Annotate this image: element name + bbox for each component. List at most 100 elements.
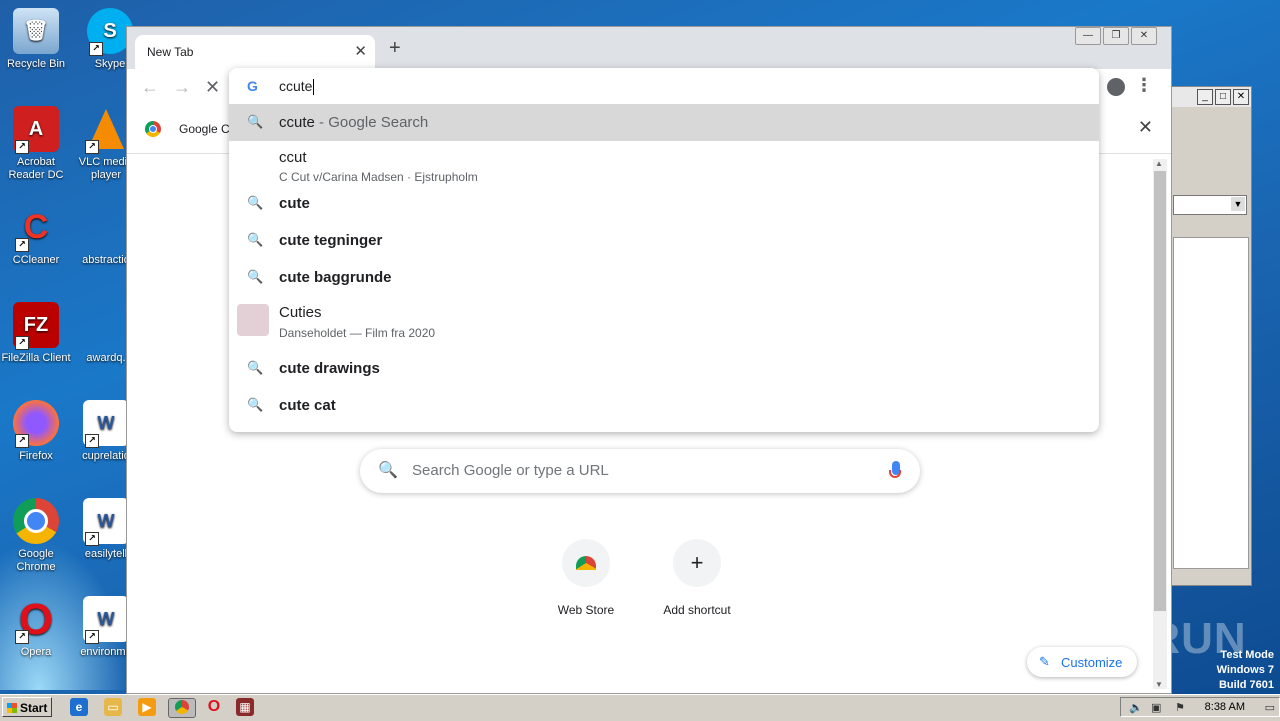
tab-new-tab[interactable]: New Tab ✕ [135,35,375,69]
back-arrow-icon[interactable]: ← [141,77,159,98]
suggestion-text: ccute - Google Search [279,114,428,131]
windows-logo-icon [7,703,17,713]
shortcut-add[interactable]: + Add shortcut [647,539,747,617]
desktop-icon-firefox[interactable]: ↗ Firefox [0,400,72,463]
suggestion-item[interactable]: 🔍 cute tegninger [229,222,1099,259]
restore-button[interactable]: ❐ [1103,27,1129,45]
profile-icon[interactable] [1107,78,1125,96]
scroll-down-icon[interactable]: ▼ [1155,680,1163,689]
desktop-icon-label: Recycle Bin [6,58,66,70]
system-tray: 🔈 ▣ ⚑ 8:38 AM ▭ [1120,697,1280,717]
chrome-icon [175,700,189,714]
suggestion-main: ccute [279,114,315,131]
customize-button[interactable]: ✎ Customize [1027,647,1137,677]
chevron-down-icon[interactable]: ▼ [1231,197,1245,211]
acrobat-icon: A ↗ [13,106,59,154]
media-player-icon[interactable]: ▶ [138,698,156,716]
text-caret [313,79,315,96]
entity-thumbnail [237,304,269,336]
desktop-icon-label: CCleaner [12,254,60,266]
desktop-icon-label: Acrobat Reader DC [8,156,64,181]
desktop-icon-recycle-bin[interactable]: 🗑 Recycle Bin [0,8,72,71]
vlc-icon: ↗ [83,106,129,154]
microphone-icon[interactable] [889,461,901,478]
desktop-icon-acrobat[interactable]: A ↗ Acrobat Reader DC [0,106,72,182]
show-desktop-icon[interactable]: ▭ [1265,701,1275,714]
firefox-icon: ↗ [13,400,59,448]
desktop-icon-label: cuprelatio [82,450,130,462]
suggestion-item[interactable]: ccut C Cut v/Carina Madsen · Ejstrupholm [229,141,1099,185]
file-explorer-icon[interactable]: ▭ [104,698,122,716]
search-icon: 🔍 [247,360,264,375]
desktop-icon-label: awardq. [86,352,126,364]
window-controls: — ❐ ✕ [1075,27,1157,45]
opera-icon[interactable]: O [205,698,223,716]
pencil-icon: ✎ [1039,654,1050,669]
chrome-taskbar-button[interactable] [168,698,196,718]
close-icon[interactable]: ✕ [1138,117,1153,138]
start-button[interactable]: Start [2,697,52,717]
suggestion-item[interactable]: 🔍 cute cat [229,387,1099,424]
opera-icon: O ↗ [13,596,59,644]
suggestion-main: Cuties [279,304,322,321]
ntp-search-placeholder: Search Google or type a URL [412,462,609,479]
forward-arrow-icon[interactable]: → [173,77,191,98]
kebab-menu-icon[interactable]: ⋮ [1135,75,1153,96]
word-doc-icon: W ↗ [83,400,129,448]
filezilla-icon: FZ ↗ [13,302,59,350]
minimize-button[interactable]: — [1075,27,1101,45]
search-icon: 🔍 [378,462,398,479]
internet-explorer-icon[interactable]: e [70,698,88,716]
desktop-icon-label: Skype [94,58,126,70]
shortcut-label: Web Store [557,603,615,617]
desktop-icon-label: Opera [20,646,52,658]
suggestion-item[interactable]: 🔍 ccute - Google Search [229,104,1099,141]
action-center-flag-icon[interactable]: ⚑ [1175,701,1185,714]
desktop-icon-opera[interactable]: O ↗ Opera [0,596,72,659]
speaker-icon[interactable]: 🔈 [1129,701,1143,714]
taskbar: Start e ▭ ▶ O ▦ 🔈 ▣ ⚑ 8:38 AM ▭ [0,694,1280,721]
info-bar-label: Google Cl [179,122,233,136]
stop-loading-icon[interactable]: ✕ [205,77,220,98]
suggestion-item[interactable]: 🔍 cute [229,185,1099,222]
test-mode-line: Test Mode [1220,649,1274,661]
suggestion-item[interactable]: 🔍 cute baggrunde [229,259,1099,296]
close-icon[interactable]: ✕ [354,42,367,60]
search-icon: 🔍 [247,232,264,247]
background-window: _ □ ✕ ▼ [1168,86,1252,586]
page-scrollbar[interactable]: ▲ ▼ [1153,159,1167,689]
network-icon[interactable]: ▣ [1151,701,1161,714]
close-button[interactable]: ✕ [1131,27,1157,45]
background-window-panel [1173,237,1249,569]
document-icon [83,204,129,250]
clock[interactable]: 8:38 AM [1205,701,1245,713]
plus-icon: + [673,539,721,587]
search-icon: 🔍 [247,397,264,412]
desktop-icon-chrome[interactable]: Google Chrome [0,498,72,574]
desktop-icon-filezilla[interactable]: FZ ↗ FileZilla Client [0,302,72,365]
close-icon[interactable]: ✕ [1233,89,1249,105]
scrollbar-thumb[interactable] [1154,171,1166,611]
omnibox-input[interactable]: G ccute [229,68,1099,104]
document-icon [83,302,129,348]
minimize-icon[interactable]: _ [1197,89,1213,105]
ntp-search-box[interactable]: 🔍 Search Google or type a URL [360,449,920,493]
maximize-icon[interactable]: □ [1215,89,1231,105]
shortcut-web-store[interactable]: Web Store [536,539,636,617]
new-tab-button[interactable]: + [389,37,401,60]
suggestion-main: cute drawings [279,360,380,377]
search-icon: 🔍 [247,269,264,284]
winrar-icon[interactable]: ▦ [236,698,254,716]
suggestion-item[interactable]: Cuties Danseholdet — Film fra 2020 [229,296,1099,344]
omnibox-text: ccute [279,78,315,96]
desktop-icon-label: Firefox [19,450,53,462]
scroll-up-icon[interactable]: ▲ [1155,159,1163,168]
desktop-icon-ccleaner[interactable]: C ↗ CCleaner [0,204,72,267]
word-doc-icon: W ↗ [83,498,129,546]
background-window-combobox[interactable]: ▼ [1173,195,1247,215]
suggestion-item[interactable]: 🔍 cute drawings [229,350,1099,387]
google-g-icon: G [247,78,258,94]
tab-title: New Tab [147,45,194,59]
test-mode-line: Build 7601 [1218,679,1274,691]
omnibox-dropdown: G ccute 🔍 ccute - Google Search ccut C C… [229,68,1099,432]
